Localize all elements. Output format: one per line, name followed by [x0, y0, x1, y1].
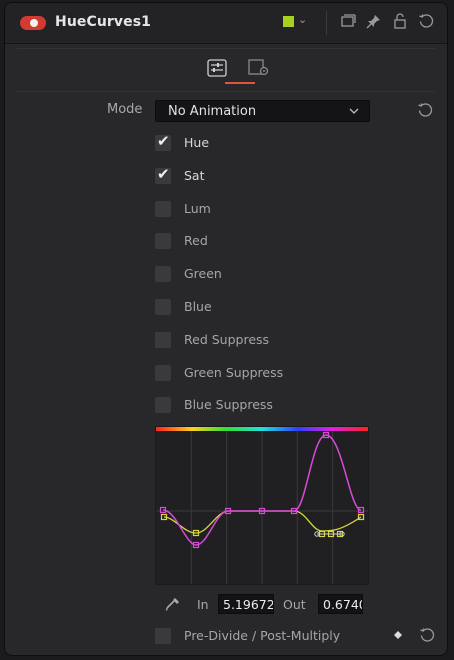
node-title: HueCurves1	[55, 14, 152, 30]
channel-label: Blue	[184, 299, 212, 314]
reset-icon[interactable]	[419, 627, 435, 643]
eyedropper-icon[interactable]	[165, 596, 181, 612]
out-value: 0.67407	[323, 597, 362, 612]
channel-label: Lum	[184, 200, 211, 216]
channel-label: Blue Suppress	[184, 397, 273, 413]
predivide-label: Pre-Divide / Post-Multiply	[184, 628, 341, 643]
channel-label: Green Suppress	[184, 364, 284, 380]
channel-label: Red	[184, 233, 208, 249]
window-icon[interactable]	[340, 13, 356, 33]
channel-checkbox[interactable]	[155, 397, 171, 414]
predivide-checkbox[interactable]	[155, 628, 171, 644]
channel-checkbox[interactable]	[155, 266, 171, 283]
out-value-field[interactable]: 0.67407	[318, 594, 363, 614]
chevron-down-icon[interactable]: ⌄	[298, 13, 307, 26]
mode-label: Mode	[107, 102, 143, 117]
tab-settings[interactable]	[248, 59, 270, 81]
inspector-tabs	[17, 48, 435, 92]
in-value: 5.19672	[223, 597, 274, 612]
curve-canvas[interactable]	[156, 427, 368, 584]
checkmark-icon: ✔	[157, 132, 170, 150]
channel-checkbox[interactable]: ✔	[155, 164, 171, 184]
channel-label: Hue	[184, 135, 210, 150]
checkmark-icon: ✔	[157, 164, 170, 183]
keyframe-diamond-icon[interactable]	[394, 631, 402, 639]
tab-controls[interactable]	[207, 59, 227, 81]
active-tab-indicator	[225, 82, 255, 84]
channel-checkbox[interactable]	[155, 299, 171, 315]
channel-label: Green	[184, 266, 222, 282]
color-swatch[interactable]	[283, 16, 294, 27]
header-divider	[326, 11, 327, 35]
mode-select[interactable]: No Animation	[155, 100, 370, 122]
channel-checkbox[interactable]: ✔	[155, 132, 171, 151]
mode-value: No Animation	[168, 104, 257, 119]
channel-checkbox[interactable]	[155, 331, 171, 348]
inspector-panel: HueCurves1 ⌄ Mode No Animation ✔ Hue ✔ Sat L…	[4, 2, 448, 656]
hue-curve-graph[interactable]	[155, 426, 369, 585]
sliders-icon	[207, 59, 227, 77]
hue-spectrum-bar	[156, 427, 368, 431]
channel-checkbox[interactable]	[155, 364, 171, 381]
out-label: Out	[283, 597, 306, 612]
node-enable-toggle[interactable]	[20, 16, 46, 30]
in-label: In	[197, 597, 209, 612]
reset-icon[interactable]	[417, 102, 433, 118]
channel-label: Red Suppress	[184, 331, 270, 347]
channel-checkbox[interactable]	[155, 233, 171, 250]
toggle-knob	[30, 19, 38, 27]
reset-icon[interactable]	[418, 13, 434, 33]
settings-panel-icon	[248, 59, 269, 76]
lock-icon[interactable]	[392, 13, 408, 33]
channel-label: Sat	[184, 167, 205, 183]
in-value-field[interactable]: 5.19672	[218, 594, 274, 614]
chevron-down-icon	[349, 108, 359, 114]
panel-header: HueCurves1 ⌄	[5, 3, 447, 44]
channel-checkbox[interactable]	[155, 200, 171, 217]
pin-icon[interactable]	[366, 13, 382, 33]
